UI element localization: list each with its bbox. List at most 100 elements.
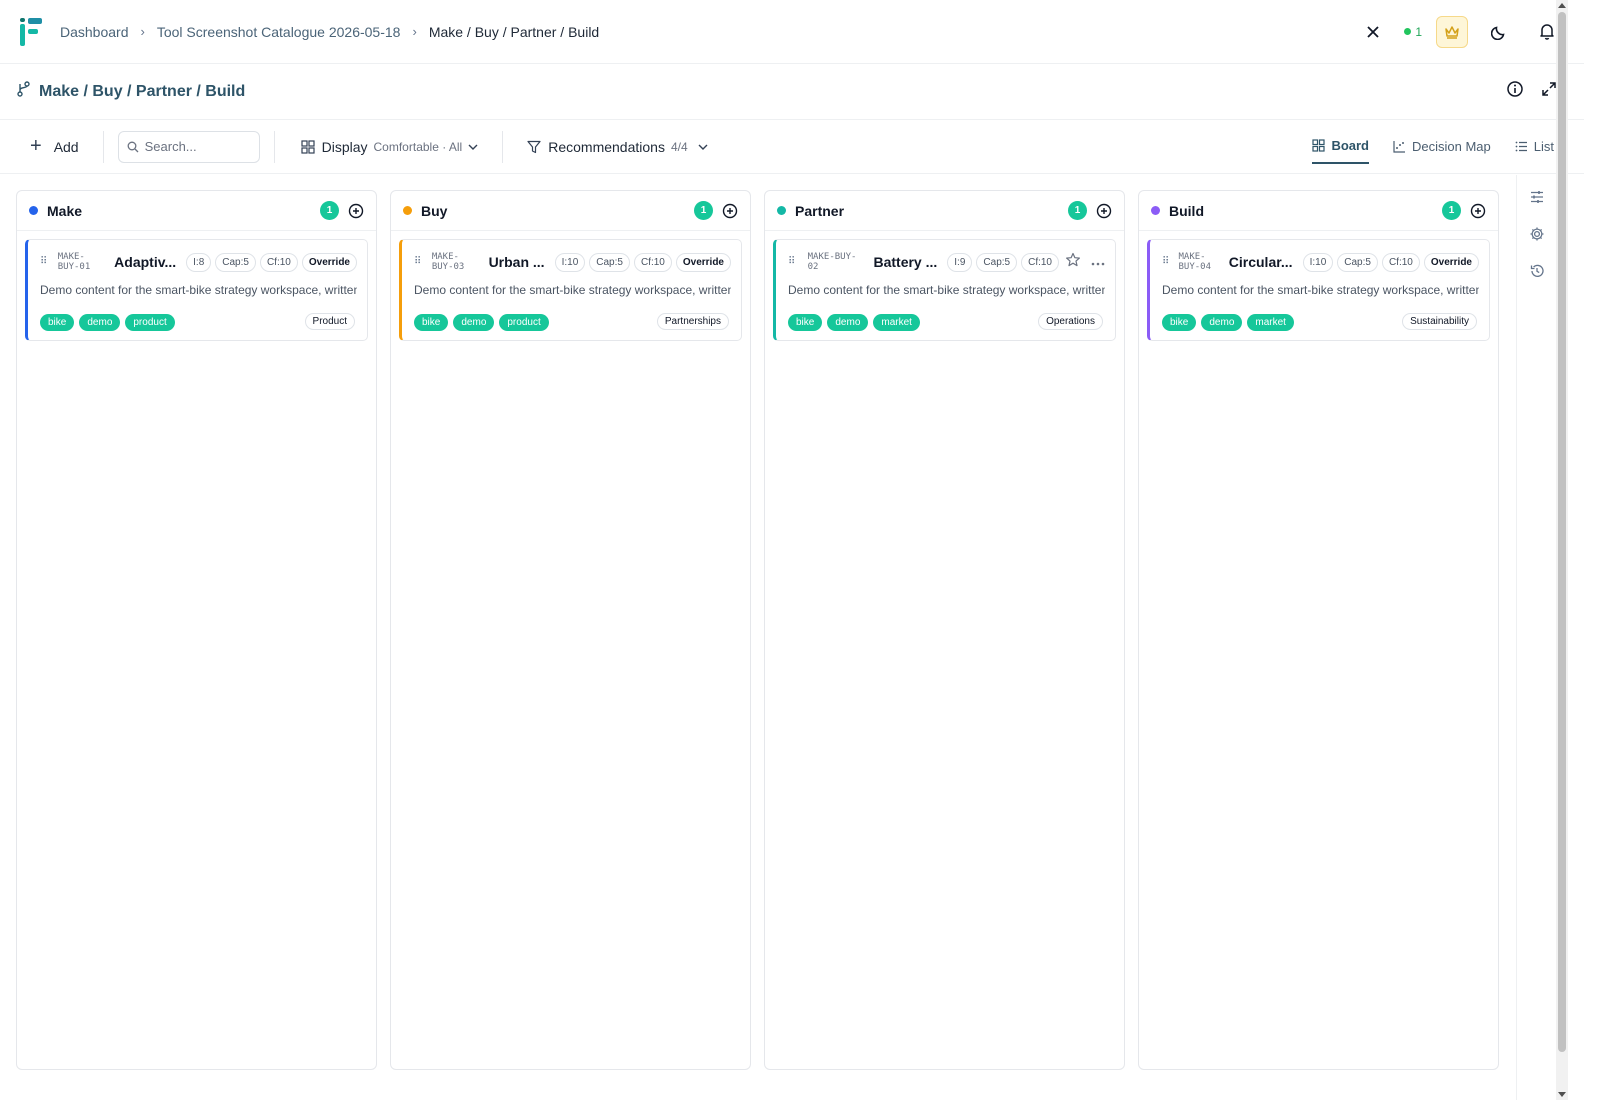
tag: market: [873, 314, 920, 331]
column-count-badge: 1: [320, 201, 339, 220]
grid-icon: [301, 139, 315, 154]
sliders-icon[interactable]: [1529, 189, 1545, 210]
star-icon[interactable]: [1065, 252, 1081, 273]
override-pill: Override: [1423, 252, 1479, 272]
override-pill: Override: [301, 252, 357, 272]
scrollbar-thumb[interactable]: [1558, 12, 1566, 1052]
divider: [102, 130, 104, 163]
breadcrumb-catalogue[interactable]: Tool Screenshot Catalogue 2026-05-18: [157, 24, 401, 40]
add-card-icon[interactable]: [721, 202, 738, 219]
card-code: MAKE-BUY-01: [57, 252, 91, 272]
card-code: MAKE-BUY-04: [1178, 252, 1212, 272]
category-badge: Partnerships: [656, 313, 729, 330]
column-header: Build 1: [1139, 191, 1498, 231]
list-icon: [1515, 141, 1527, 152]
decision-card[interactable]: ⠿ MAKE-BUY-02 Battery ... I:9 Cap:5 Cf:1…: [773, 239, 1116, 341]
tag: bike: [1162, 314, 1197, 331]
divider: [502, 130, 504, 163]
chevron-down-icon: [698, 144, 708, 150]
info-icon[interactable]: [1506, 80, 1524, 103]
close-icon[interactable]: [1356, 15, 1390, 49]
column-title: Partner: [795, 202, 845, 219]
capability-pill: Cap:5: [1337, 252, 1378, 272]
online-dot-icon: [1404, 28, 1412, 35]
decision-card[interactable]: ⠿ MAKE-BUY-04 Circular... I:10 Cap:5 Cf:…: [1147, 239, 1490, 341]
decision-card[interactable]: ⠿ MAKE-BUY-03 Urban ... I:10 Cap:5 Cf:10…: [399, 239, 742, 341]
right-rail: [1516, 175, 1556, 1100]
divider: [273, 130, 275, 163]
column-buy: Buy 1 ⠿ MAKE-BUY-03 Urban ... I:10 Cap:5…: [390, 190, 751, 1070]
breadcrumb: Dashboard › Tool Screenshot Catalogue 20…: [60, 24, 599, 40]
add-button[interactable]: + Add: [30, 135, 79, 158]
tag: bike: [40, 314, 75, 331]
board-icon: [1312, 139, 1326, 152]
branch-icon: [16, 81, 31, 102]
impact-pill: I:8: [186, 252, 212, 272]
tab-board[interactable]: Board: [1312, 130, 1369, 164]
override-pill: Override: [675, 252, 731, 272]
online-count: 1: [1415, 24, 1422, 39]
column-partner: Partner 1 ⠿ MAKE-BUY-02 Battery ... I:9 …: [764, 190, 1125, 1070]
display-dropdown[interactable]: Display Comfortable · All: [301, 139, 479, 155]
search-icon: [127, 141, 139, 152]
card-code: MAKE-BUY-03: [431, 252, 465, 272]
column-count-badge: 1: [694, 201, 713, 220]
tab-decision-map[interactable]: Decision Map: [1393, 130, 1491, 164]
tag: product: [499, 314, 549, 331]
recommendations-count: 4/4: [670, 139, 688, 154]
card-description: Demo content for the smart-bike strategy…: [1162, 283, 1479, 297]
kanban-board: Make 1 ⠿ MAKE-BUY-01 Adaptiv... I:8 Cap:…: [16, 190, 1500, 1070]
tab-list[interactable]: List: [1515, 130, 1554, 164]
app-logo[interactable]: [20, 17, 42, 46]
category-badge: Operations: [1038, 313, 1103, 330]
top-bar: Dashboard › Tool Screenshot Catalogue 20…: [0, 0, 1584, 64]
category-badge: Product: [304, 313, 355, 330]
premium-crown-button[interactable]: [1436, 15, 1468, 48]
tag: demo: [453, 314, 495, 331]
add-card-icon[interactable]: [347, 202, 364, 219]
search-input[interactable]: Search...: [117, 130, 260, 163]
drag-handle-icon[interactable]: ⠿: [788, 257, 800, 267]
card-description: Demo content for the smart-bike strategy…: [788, 283, 1105, 297]
impact-pill: I:10: [554, 252, 586, 272]
view-switcher: Board Decision Map List: [1312, 130, 1554, 164]
add-card-icon[interactable]: [1469, 202, 1486, 219]
chevron-right-icon: ›: [140, 24, 145, 39]
card-title: Adaptiv...: [114, 254, 177, 270]
decision-card[interactable]: ⠿ MAKE-BUY-01 Adaptiv... I:8 Cap:5 Cf:10…: [25, 239, 368, 341]
column-color-dot: [29, 206, 38, 215]
crown-icon: [1445, 25, 1459, 39]
card-code: MAKE-BUY-02: [807, 252, 857, 272]
recommendations-filter[interactable]: Recommendations 4/4: [527, 139, 708, 155]
column-header: Buy 1: [391, 191, 750, 231]
column-title: Buy: [421, 202, 448, 219]
history-icon[interactable]: [1529, 263, 1545, 284]
filter-icon: [527, 140, 541, 153]
column-count-badge: 1: [1068, 201, 1087, 220]
more-options-icon[interactable]: [1091, 253, 1105, 271]
moon-icon[interactable]: [1482, 15, 1516, 49]
tag: demo: [827, 314, 869, 331]
toolbar: + Add Search... Display Comfortable · Al…: [0, 120, 1584, 174]
tab-decision-map-label: Decision Map: [1412, 139, 1491, 154]
online-indicator[interactable]: 1: [1404, 25, 1422, 39]
gear-icon[interactable]: [1529, 226, 1545, 247]
tag: demo: [1201, 314, 1243, 331]
column-title: Make: [47, 202, 83, 219]
drag-handle-icon[interactable]: ⠿: [40, 257, 50, 267]
column-color-dot: [403, 206, 412, 215]
scroll-down-icon[interactable]: [1558, 1092, 1566, 1097]
tag: market: [1247, 314, 1294, 331]
add-card-icon[interactable]: [1095, 202, 1112, 219]
drag-handle-icon[interactable]: ⠿: [414, 257, 424, 267]
display-value: Comfortable · All: [373, 139, 463, 154]
vertical-scrollbar[interactable]: [1556, 0, 1568, 1100]
card-description: Demo content for the smart-bike strategy…: [40, 283, 357, 297]
card-title: Circular...: [1228, 254, 1293, 270]
scroll-up-icon[interactable]: [1558, 3, 1566, 8]
scatter-chart-icon: [1393, 141, 1405, 153]
column-color-dot: [1151, 206, 1160, 215]
column-color-dot: [777, 206, 786, 215]
drag-handle-icon[interactable]: ⠿: [1162, 257, 1171, 267]
breadcrumb-dashboard[interactable]: Dashboard: [60, 24, 129, 40]
